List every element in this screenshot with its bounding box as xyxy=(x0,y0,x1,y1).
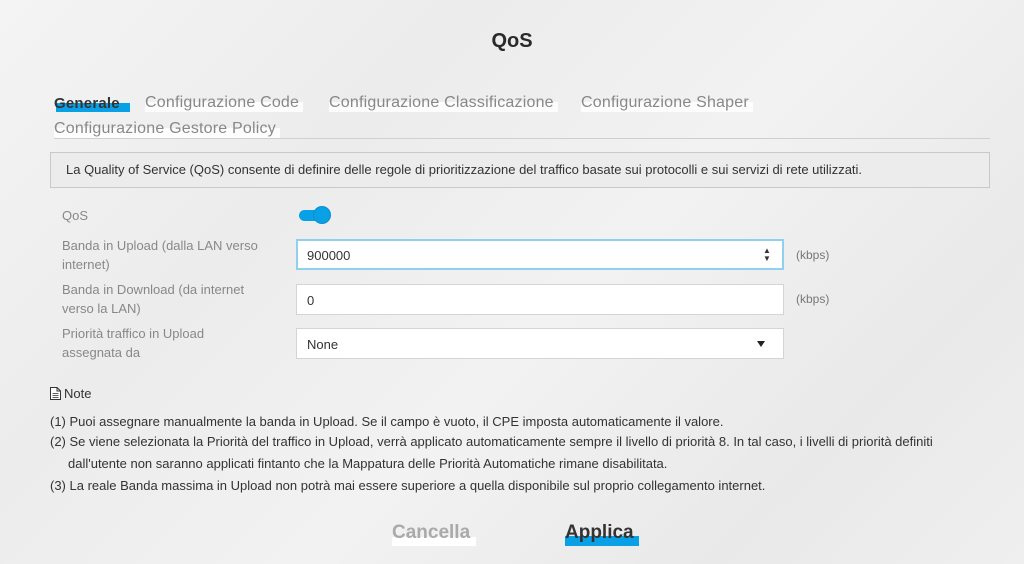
number-spinner-icon[interactable]: ▲ ▼ xyxy=(762,247,772,263)
upload-bandwidth-value: 900000 xyxy=(307,248,351,263)
download-label-line1: Banda in Download (da internet xyxy=(62,282,245,297)
toggle-knob xyxy=(313,206,331,224)
note-line-2: (2) Se viene selezionata la Priorità del… xyxy=(50,434,933,449)
note-title: Note xyxy=(64,386,92,401)
download-bandwidth-value: 0 xyxy=(307,293,315,308)
tab-configurazione-shaper[interactable]: Configurazione Shaper xyxy=(581,94,753,112)
download-bandwidth-input[interactable]: 0 xyxy=(296,284,784,315)
qos-label: QoS xyxy=(62,208,89,223)
upload-bandwidth-input[interactable]: 900000 ▲ ▼ xyxy=(296,239,784,270)
upload-bandwidth-label: Banda in Upload (dalla LAN verso interne… xyxy=(62,236,282,274)
tab-configurazione-gestore-policy[interactable]: Configurazione Gestore Policy xyxy=(54,120,280,138)
priority-label-line2: assegnata da xyxy=(62,345,141,360)
note-line-3: (3) La reale Banda massima in Upload non… xyxy=(50,478,766,493)
upload-priority-label: Priorità traffico in Upload assegnata da xyxy=(62,324,282,362)
qos-toggle[interactable] xyxy=(299,206,331,224)
document-icon xyxy=(50,387,61,400)
priority-label-line1: Priorità traffico in Upload xyxy=(62,326,205,341)
note-line-1: (1) Puoi assegnare manualmente la banda … xyxy=(50,414,724,429)
tab-generale[interactable]: Generale xyxy=(54,95,130,112)
upload-unit: (kbps) xyxy=(796,248,830,262)
upload-label-line2: internet) xyxy=(62,257,110,272)
upload-priority-select[interactable]: None xyxy=(296,328,784,359)
download-label-line2: verso la LAN) xyxy=(62,301,141,316)
note-line-2-continued: dall'utente non saranno applicati fintan… xyxy=(68,456,668,471)
upload-priority-selected: None xyxy=(307,337,339,352)
dropdown-arrow-icon xyxy=(757,341,765,347)
cancel-button[interactable]: Cancella xyxy=(392,522,477,546)
info-banner: La Quality of Service (QoS) consente di … xyxy=(50,152,990,188)
apply-button[interactable]: Applica xyxy=(565,522,639,546)
tab-bar: Generale Configurazione Code Configurazi… xyxy=(54,92,990,139)
note-heading: Note xyxy=(50,386,91,401)
download-bandwidth-label: Banda in Download (da internet verso la … xyxy=(62,280,282,318)
upload-label-line1: Banda in Upload (dalla LAN verso xyxy=(62,238,258,253)
tab-configurazione-classificazione[interactable]: Configurazione Classificazione xyxy=(329,94,558,112)
page-title: QoS xyxy=(491,30,533,52)
tab-configurazione-code[interactable]: Configurazione Code xyxy=(145,94,304,112)
download-unit: (kbps) xyxy=(796,292,830,306)
